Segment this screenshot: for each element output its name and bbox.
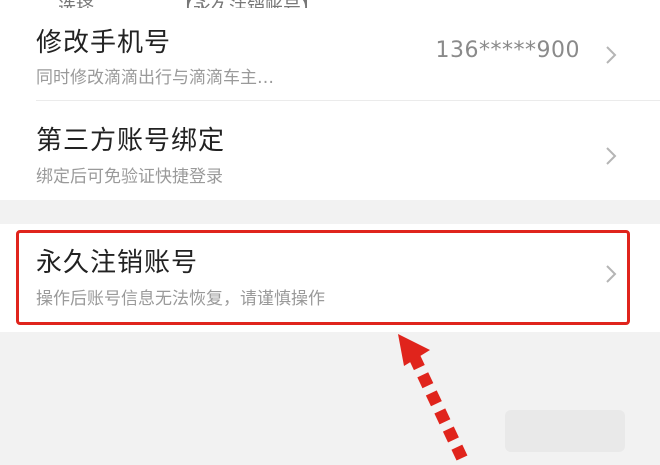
pointer-arrow-icon bbox=[398, 334, 468, 461]
blurred-area bbox=[505, 410, 625, 452]
settings-screen: —选择 【永久注销账号】 修改手机号 同时修改滴滴出行与滴滴车主… 136***… bbox=[0, 0, 660, 465]
